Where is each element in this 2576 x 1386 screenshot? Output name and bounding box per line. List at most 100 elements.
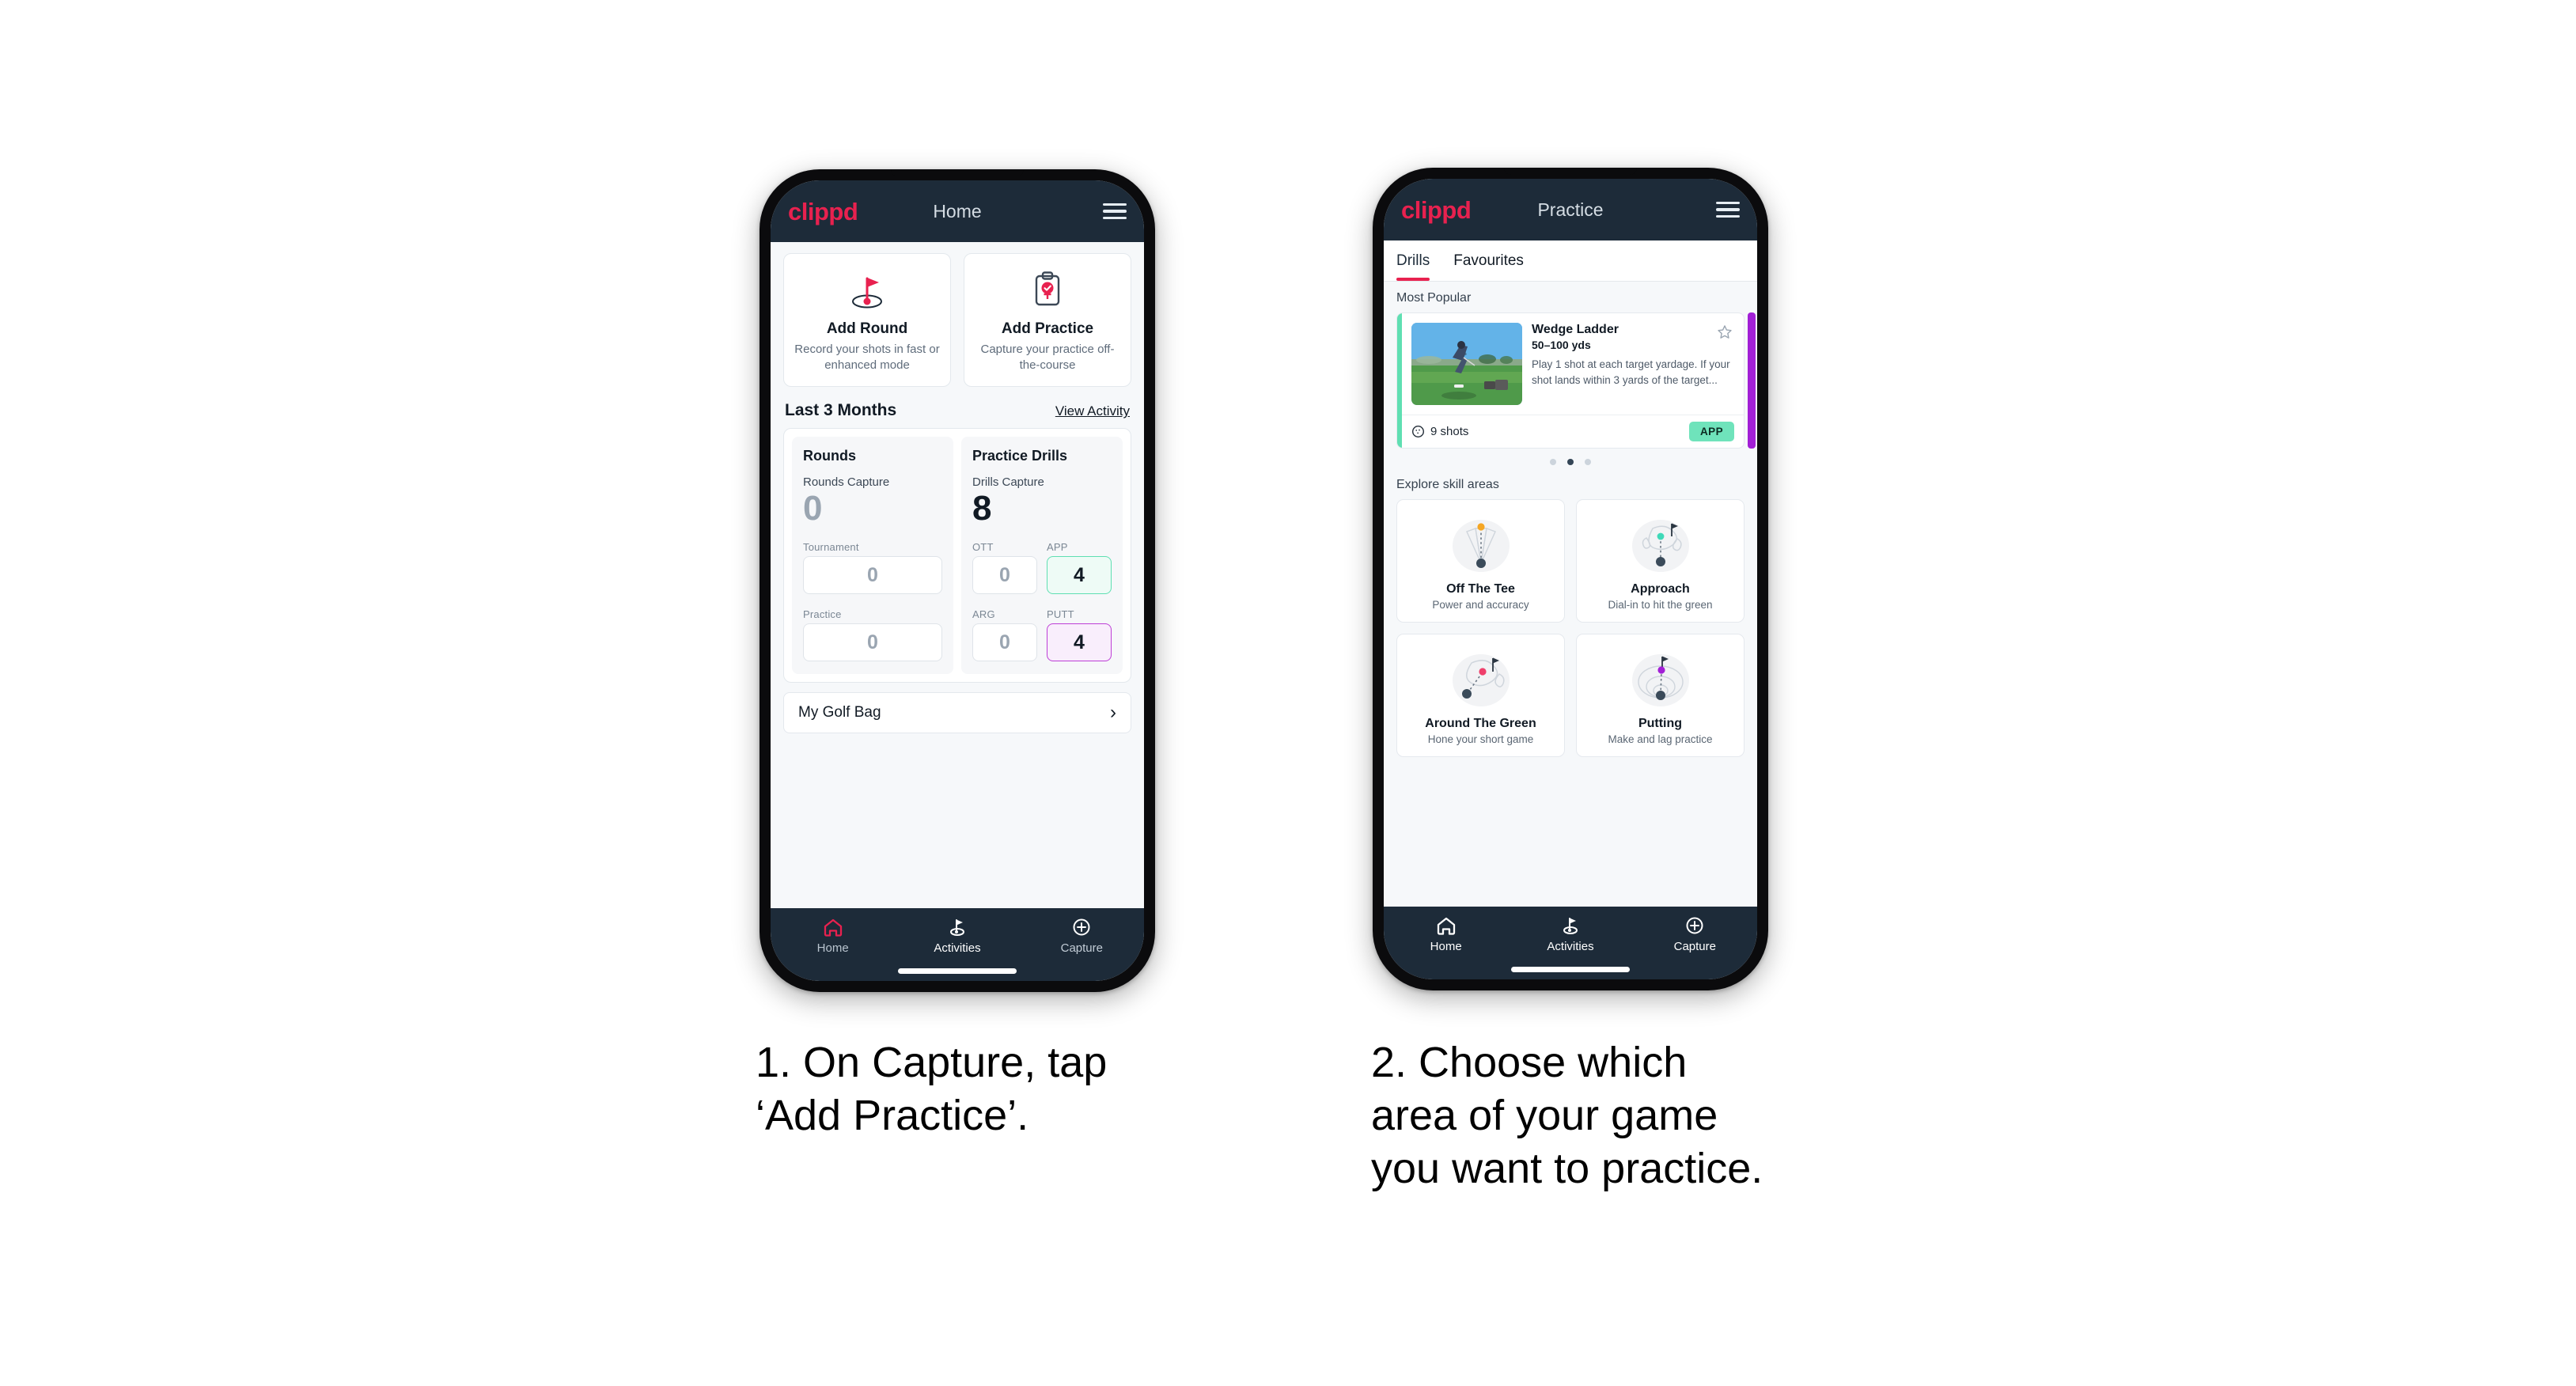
metric-ott[interactable]: OTT 0 xyxy=(972,541,1037,595)
shots-text: 9 shots xyxy=(1430,425,1469,438)
nav-label: Activities xyxy=(1547,940,1594,953)
metric-arg[interactable]: ARG 0 xyxy=(972,608,1037,662)
skill-chip-app: APP xyxy=(1689,422,1734,441)
metric-label: Practice xyxy=(803,608,842,621)
skill-card-approach[interactable]: Approach Dial-in to hit the green xyxy=(1576,499,1744,623)
drills-metric-row-2: ARG 0 PUTT 4 xyxy=(972,608,1112,662)
home-icon xyxy=(1437,917,1455,935)
green-approach-icon xyxy=(1583,511,1737,578)
tab-bar: Drills Favourites xyxy=(1384,240,1757,282)
chevron-right-icon: › xyxy=(1110,702,1116,724)
view-activity-link[interactable]: View Activity xyxy=(1055,403,1130,419)
drills-heading: Practice Drills xyxy=(972,448,1068,464)
skill-name: Putting xyxy=(1638,717,1683,730)
star-outline-icon[interactable] xyxy=(1716,324,1733,345)
phone-notch xyxy=(1504,168,1637,175)
nav-item-activities[interactable]: Activities xyxy=(895,917,1019,955)
pagination-dot[interactable] xyxy=(1550,459,1556,465)
metric-label: PUTT xyxy=(1047,608,1074,621)
nav-item-home[interactable]: Home xyxy=(771,917,895,955)
rounds-column: Rounds Rounds Capture 0 Tournament 0 Pra… xyxy=(792,437,953,675)
pagination-dot-active[interactable] xyxy=(1567,459,1574,465)
metric-putt[interactable]: PUTT 4 xyxy=(1047,608,1112,662)
nav-item-home[interactable]: Home xyxy=(1384,915,1508,953)
skill-desc: Hone your short game xyxy=(1427,733,1534,745)
drill-description: Play 1 shot at each target yardage. If y… xyxy=(1532,358,1730,386)
nav-item-capture[interactable]: Capture xyxy=(1020,917,1144,955)
golf-flag-icon xyxy=(792,268,942,312)
skill-desc: Power and accuracy xyxy=(1432,599,1529,611)
hamburger-icon[interactable] xyxy=(1103,203,1127,220)
home-icon xyxy=(824,918,842,937)
next-drill-card-peek[interactable] xyxy=(1748,312,1756,449)
skill-desc: Dial-in to hit the green xyxy=(1608,599,1713,611)
app-bar: clippd Practice xyxy=(1384,179,1757,240)
tutorial-canvas: clippd Home Add Round Record your shots … xyxy=(0,0,2576,1386)
nav-item-capture[interactable]: Capture xyxy=(1633,915,1757,953)
my-golf-bag-label: My Golf Bag xyxy=(798,704,881,721)
chip-around-green-icon xyxy=(1404,646,1558,712)
home-screen: Add Round Record your shots in fast or e… xyxy=(771,242,1144,908)
home-indicator xyxy=(898,968,1017,974)
skill-name: Around The Green xyxy=(1425,717,1536,730)
nav-item-activities[interactable]: Activities xyxy=(1508,915,1632,953)
add-practice-subtitle: Capture your practice off-the-course xyxy=(980,343,1115,373)
nav-label: Home xyxy=(816,941,849,955)
skill-card-around-the-green[interactable]: Around The Green Hone your short game xyxy=(1396,634,1565,757)
nav-label: Capture xyxy=(1060,941,1103,955)
putting-rings-icon xyxy=(1583,646,1737,712)
skill-card-off-the-tee[interactable]: Off The Tee Power and accuracy xyxy=(1396,499,1565,623)
skill-desc: Make and lag practice xyxy=(1608,733,1713,745)
nav-label: Activities xyxy=(934,941,981,955)
metric-app[interactable]: APP 4 xyxy=(1047,541,1112,595)
phone-mockup-home: clippd Home Add Round Record your shots … xyxy=(760,169,1155,992)
drills-capture-label: Drills Capture xyxy=(972,475,1044,490)
tab-drills[interactable]: Drills xyxy=(1396,240,1441,281)
drills-column: Practice Drills Drills Capture 8 OTT 0 A… xyxy=(961,437,1123,675)
skill-name: Approach xyxy=(1631,582,1690,596)
metric-tournament[interactable]: Tournament 0 xyxy=(803,541,942,595)
rounds-capture-value: 0 xyxy=(803,489,823,528)
my-golf-bag-row[interactable]: My Golf Bag › xyxy=(783,692,1131,734)
caption-step-1: 1. On Capture, tap ‘Add Practice’. xyxy=(756,1039,1108,1139)
add-practice-card[interactable]: Add Practice Capture your practice off-t… xyxy=(964,253,1131,388)
metric-label: OTT xyxy=(972,541,994,554)
add-round-subtitle: Record your shots in fast or enhanced mo… xyxy=(794,343,940,373)
phone-mockup-practice: clippd Practice Drills Favourites Most P… xyxy=(1373,168,1768,990)
golf-ball-icon xyxy=(1411,425,1425,438)
golf-flag-icon xyxy=(1563,918,1578,934)
bottom-nav: Home Activities Capture xyxy=(1384,907,1757,979)
section-title: Last 3 Months xyxy=(785,401,897,420)
metric-value: 0 xyxy=(972,556,1037,595)
drill-shots: 9 shots xyxy=(1411,425,1468,438)
app-bar: clippd Home xyxy=(771,180,1144,242)
metric-value: 4 xyxy=(1047,623,1112,662)
drill-carousel: Wedge Ladder 50–100 yds Play 1 shot at e… xyxy=(1396,312,1756,449)
practice-screen: Most Popular Wedge Ladder 50–100 yds Pla… xyxy=(1384,282,1757,907)
tab-favourites[interactable]: Favourites xyxy=(1453,240,1535,281)
metric-practice[interactable]: Practice 0 xyxy=(803,608,942,662)
skill-card-putting[interactable]: Putting Make and lag practice xyxy=(1576,634,1744,757)
plus-circle-icon xyxy=(1686,917,1703,934)
add-round-card[interactable]: Add Round Record your shots in fast or e… xyxy=(783,253,951,388)
clippd-logo[interactable]: clippd xyxy=(788,199,858,224)
pagination-dot[interactable] xyxy=(1585,459,1591,465)
rounds-metric-row-2: Practice 0 xyxy=(803,608,942,662)
drill-card-wedge-ladder[interactable]: Wedge Ladder 50–100 yds Play 1 shot at e… xyxy=(1396,312,1744,449)
add-practice-title: Add Practice xyxy=(1001,320,1094,337)
metric-value: 0 xyxy=(803,623,942,662)
explore-skill-areas-label: Explore skill areas xyxy=(1396,478,1499,491)
carousel-pagination xyxy=(1396,459,1744,465)
bottom-nav: Home Activities Capture xyxy=(771,908,1144,981)
quick-actions-row: Add Round Record your shots in fast or e… xyxy=(783,253,1131,388)
hamburger-icon[interactable] xyxy=(1716,201,1740,218)
plus-circle-icon xyxy=(1073,918,1090,936)
metric-label: Tournament xyxy=(803,541,859,554)
rounds-heading: Rounds xyxy=(803,448,856,464)
nav-label: Capture xyxy=(1673,940,1716,953)
clipboard-check-icon xyxy=(972,268,1123,312)
home-indicator xyxy=(1511,967,1630,972)
clippd-logo[interactable]: clippd xyxy=(1401,198,1472,222)
phone-notch xyxy=(891,169,1024,176)
metric-value: 0 xyxy=(803,556,942,595)
